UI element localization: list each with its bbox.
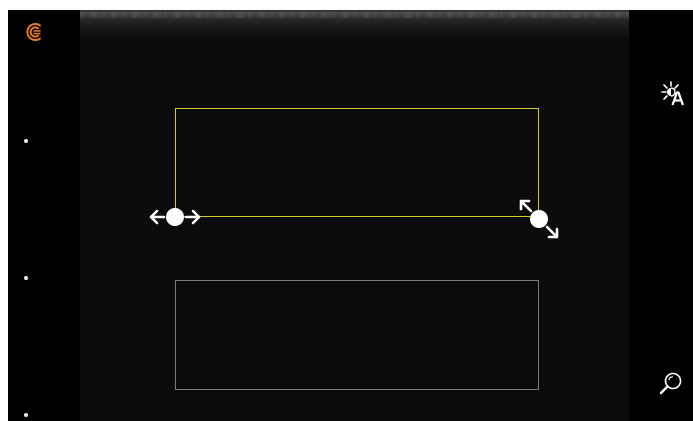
horizontal-move-handle-icon[interactable] xyxy=(148,206,202,228)
diagonal-resize-handle-icon[interactable] xyxy=(518,198,560,240)
depth-marker xyxy=(24,413,28,417)
left-depth-bar xyxy=(8,10,80,421)
depth-marker xyxy=(24,276,28,280)
active-roi-box[interactable] xyxy=(175,108,539,217)
right-control-bar xyxy=(629,10,693,421)
magnifier-icon[interactable] xyxy=(658,371,684,397)
auto-brightness-icon[interactable] xyxy=(658,80,688,108)
tissue-echo-band xyxy=(80,10,629,40)
ultrasound-logo-icon xyxy=(26,23,41,41)
secondary-roi-box[interactable] xyxy=(175,280,539,390)
depth-marker xyxy=(24,139,28,143)
ultrasound-screen xyxy=(8,10,693,421)
